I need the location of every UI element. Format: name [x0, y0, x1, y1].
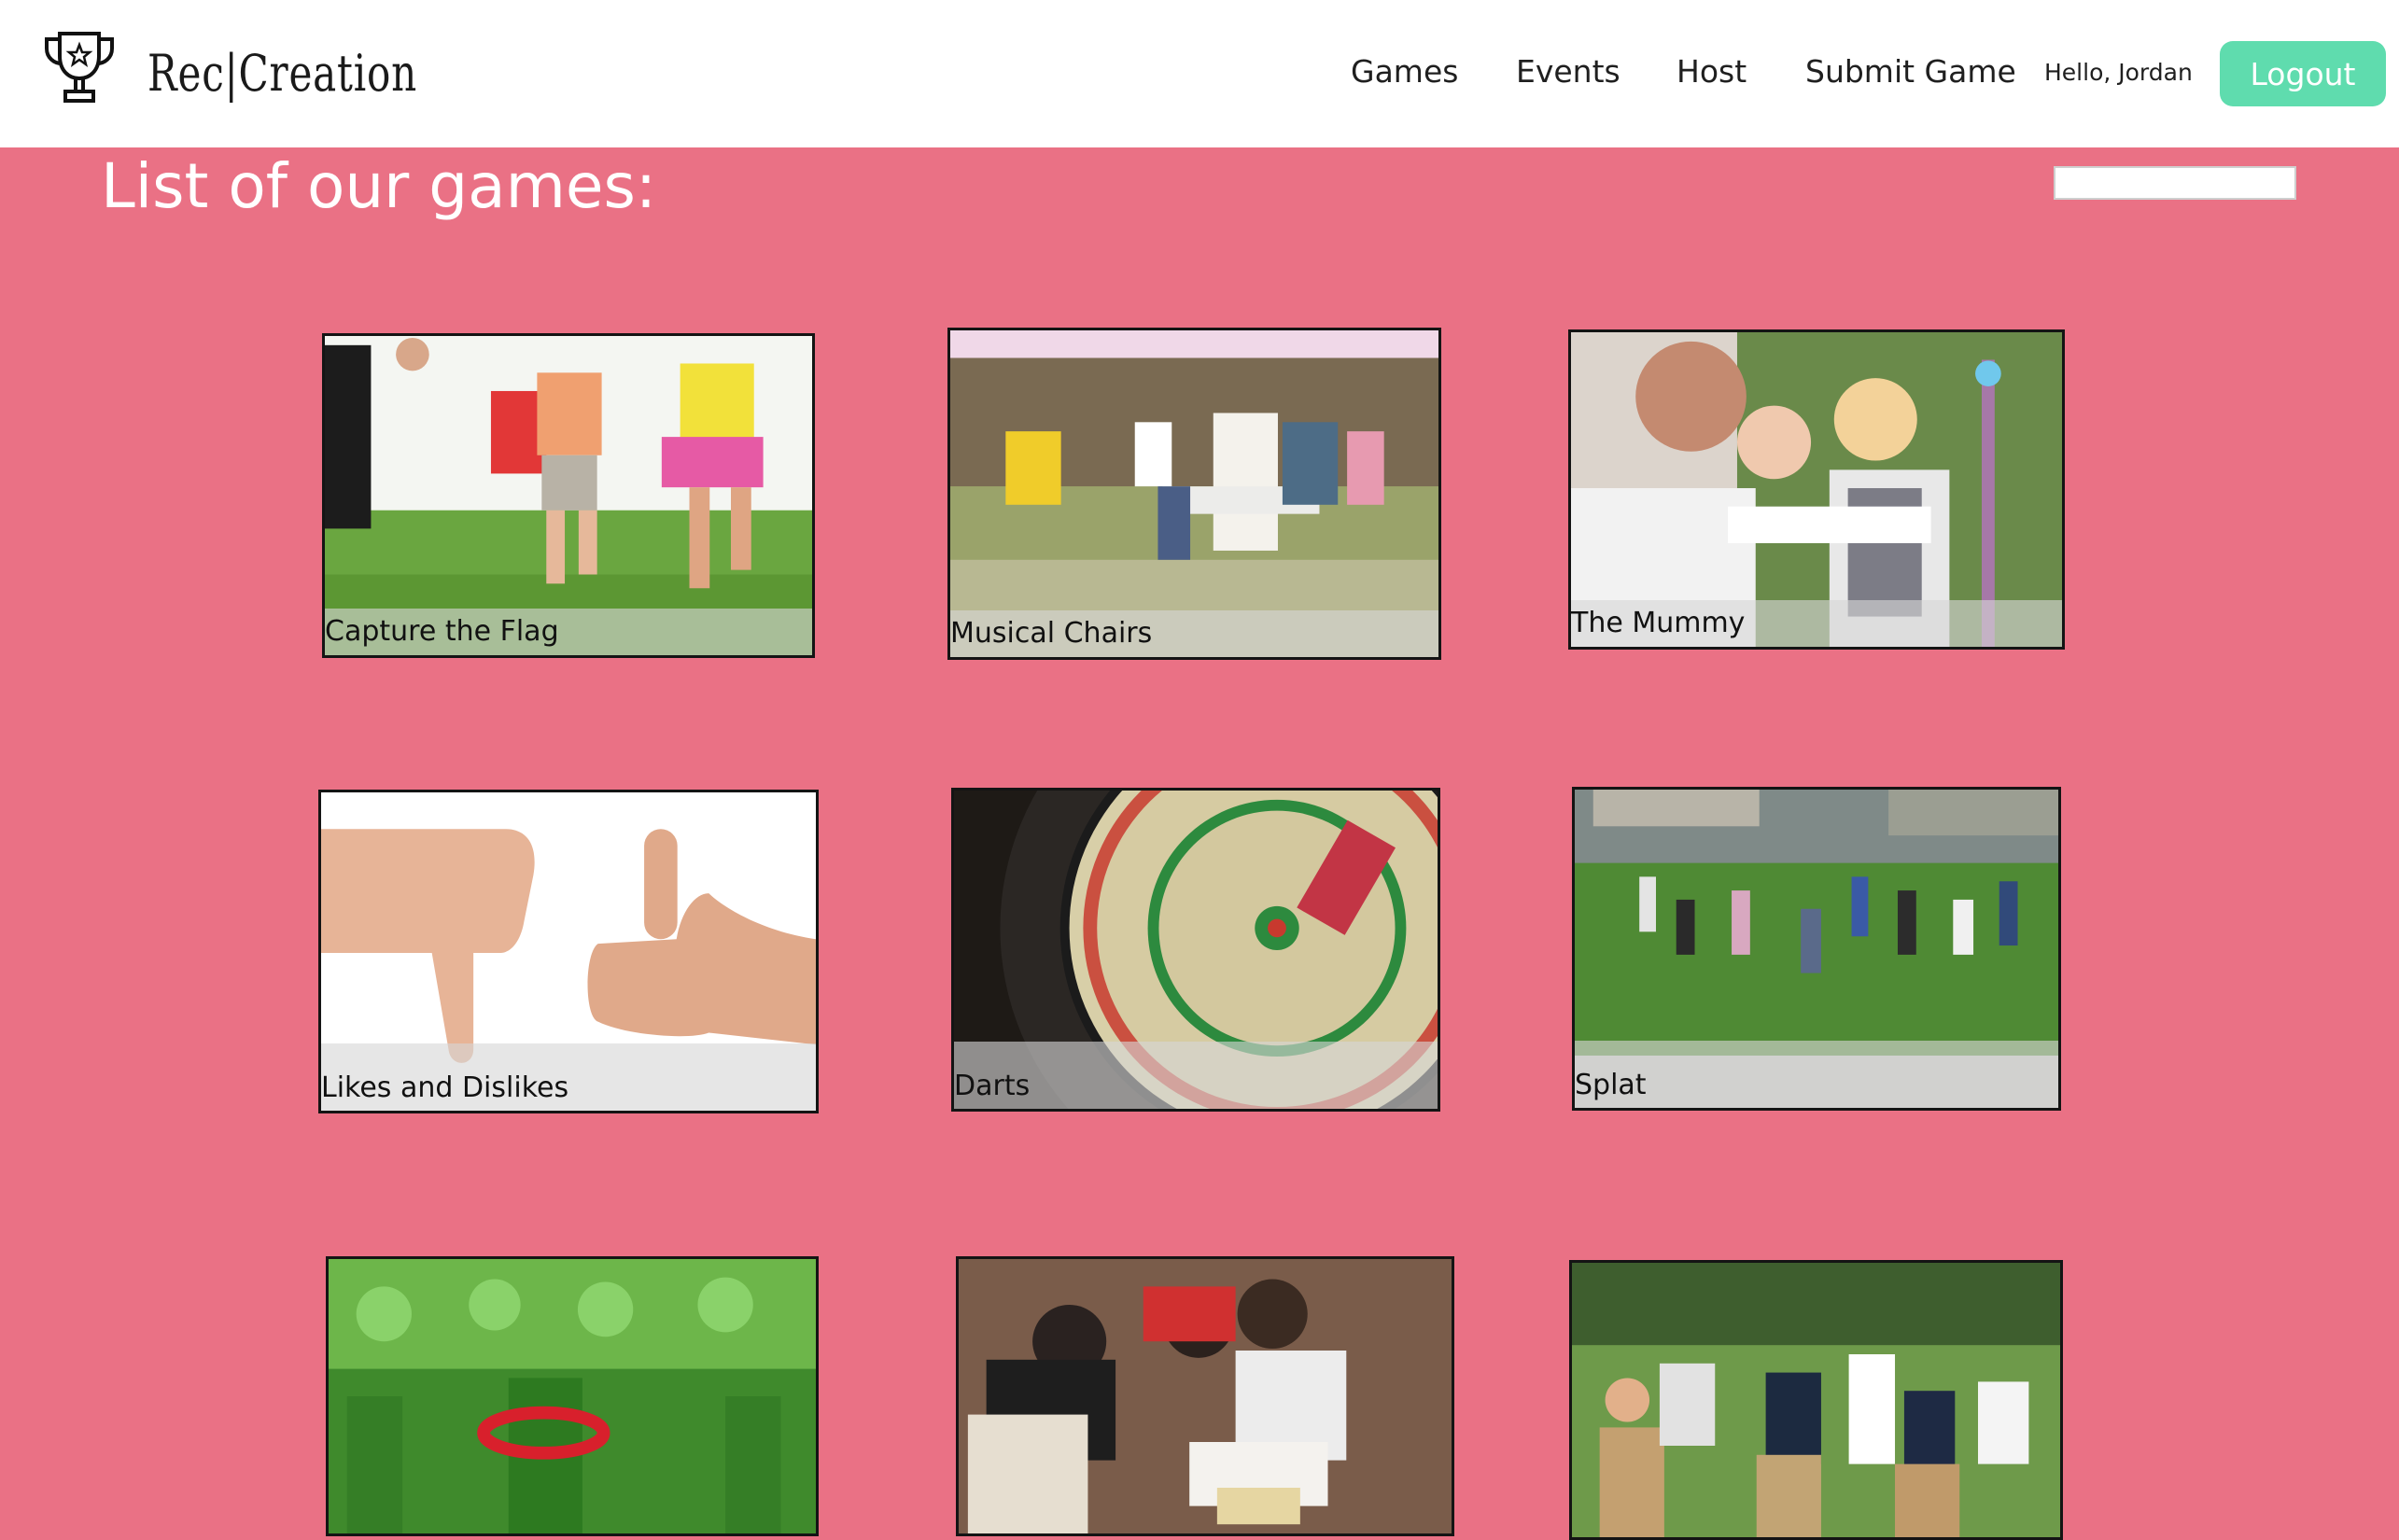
game-title: Likes and Dislikes — [321, 1043, 816, 1111]
game-image — [329, 1259, 816, 1533]
top-navbar: Rec|Creation Games Events Host Submit Ga… — [0, 0, 2399, 147]
game-title: The Mummy — [1571, 600, 2062, 647]
game-card-capture-the-flag[interactable]: Capture the Flag — [322, 333, 815, 658]
game-card-splat[interactable]: Splat — [1572, 787, 2061, 1111]
game-title: Musical Chairs — [950, 610, 1438, 657]
game-card-ring-toss[interactable] — [326, 1256, 819, 1536]
trophy-icon[interactable] — [41, 28, 118, 108]
page-title: List of our games: — [101, 150, 657, 222]
game-card-the-mummy[interactable]: The Mummy — [1568, 329, 2065, 650]
game-image — [1572, 1263, 2060, 1537]
nav-events-link[interactable]: Events — [1516, 49, 1620, 95]
game-title: Capture the Flag — [325, 609, 812, 655]
game-card-darts[interactable]: Darts — [951, 788, 1440, 1112]
game-card-sack-race[interactable] — [1569, 1260, 2063, 1540]
game-image — [950, 330, 1438, 657]
game-image — [325, 336, 812, 655]
game-title: Splat — [1575, 1041, 2058, 1108]
game-title: Darts — [954, 1042, 1438, 1109]
nav-submit-game-link[interactable]: Submit Game — [1805, 49, 2016, 95]
brand-name[interactable]: Rec|Creation — [147, 39, 417, 108]
nav-host-link[interactable]: Host — [1676, 49, 1747, 95]
logout-button[interactable]: Logout — [2220, 41, 2386, 106]
game-card-group-drawing[interactable] — [956, 1256, 1454, 1536]
game-card-musical-chairs[interactable]: Musical Chairs — [947, 328, 1441, 660]
nav-games-link[interactable]: Games — [1351, 49, 1458, 95]
game-image — [959, 1259, 1452, 1533]
user-greeting: Hello, Jordan — [2044, 59, 2193, 86]
search-input[interactable] — [2054, 166, 2296, 200]
game-card-likes-and-dislikes[interactable]: Likes and Dislikes — [318, 790, 819, 1113]
